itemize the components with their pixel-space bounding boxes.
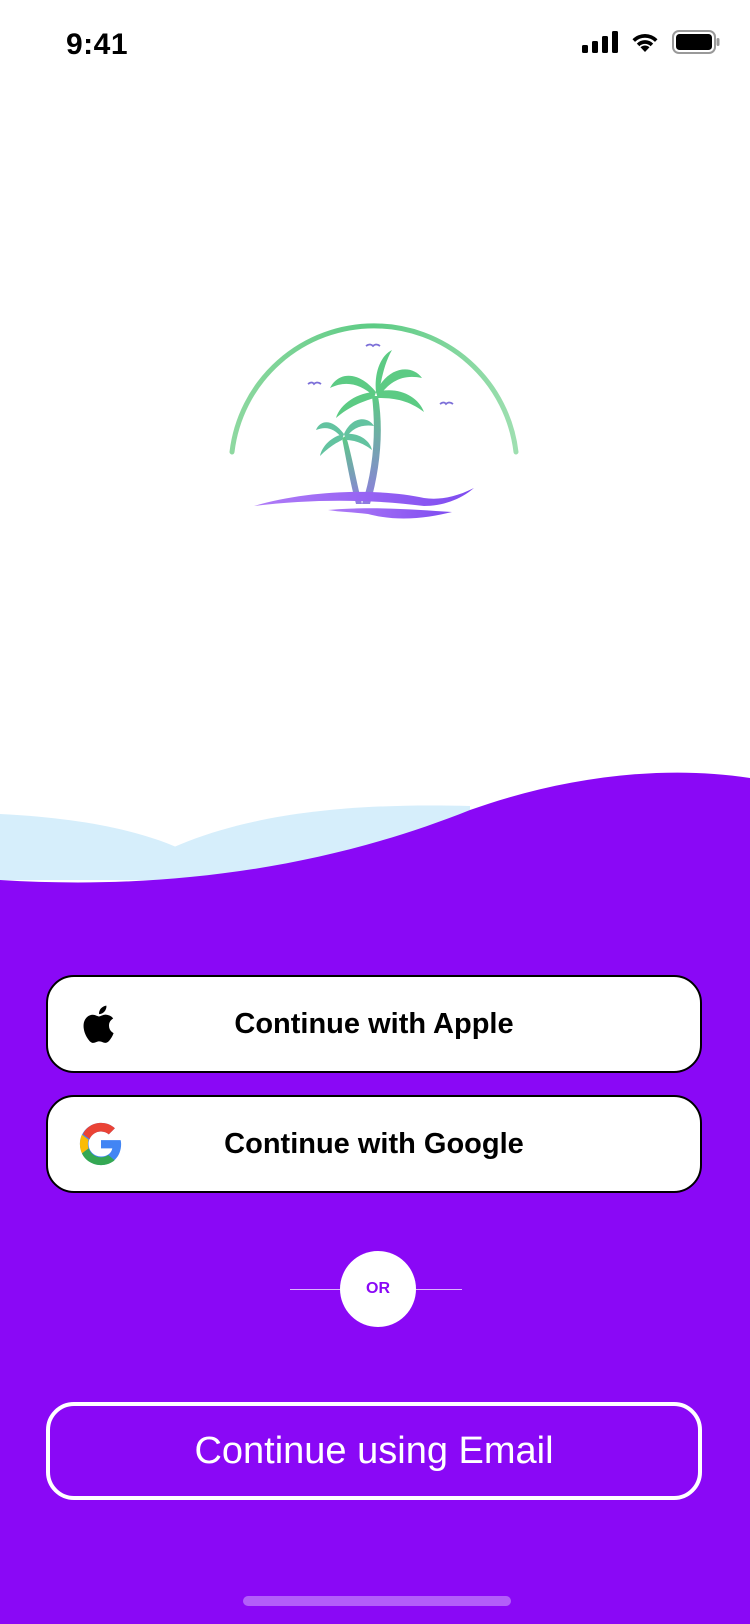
battery-icon — [672, 30, 720, 54]
email-button-label: Continue using Email — [194, 1429, 554, 1472]
apple-icon — [78, 1001, 124, 1047]
cellular-signal-icon — [582, 31, 618, 53]
google-button-label: Continue with Google — [224, 1127, 524, 1160]
continue-with-google-button[interactable]: Continue with Google — [46, 1095, 702, 1193]
google-icon — [78, 1121, 124, 1167]
or-divider: OR — [340, 1251, 416, 1327]
wifi-icon — [632, 34, 658, 52]
or-divider-line-right — [416, 1289, 462, 1290]
app-logo — [228, 300, 522, 540]
continue-with-apple-button[interactable]: Continue with Apple — [46, 975, 702, 1073]
status-icons — [582, 30, 720, 54]
apple-button-label: Continue with Apple — [234, 1007, 514, 1040]
status-time: 9:41 — [66, 28, 129, 61]
status-bar: 9:41 — [0, 0, 750, 94]
palm-island-logo-icon — [229, 323, 519, 519]
home-indicator — [243, 1596, 511, 1606]
or-divider-line-left — [290, 1289, 340, 1290]
continue-using-email-button[interactable]: Continue using Email — [46, 1402, 702, 1500]
